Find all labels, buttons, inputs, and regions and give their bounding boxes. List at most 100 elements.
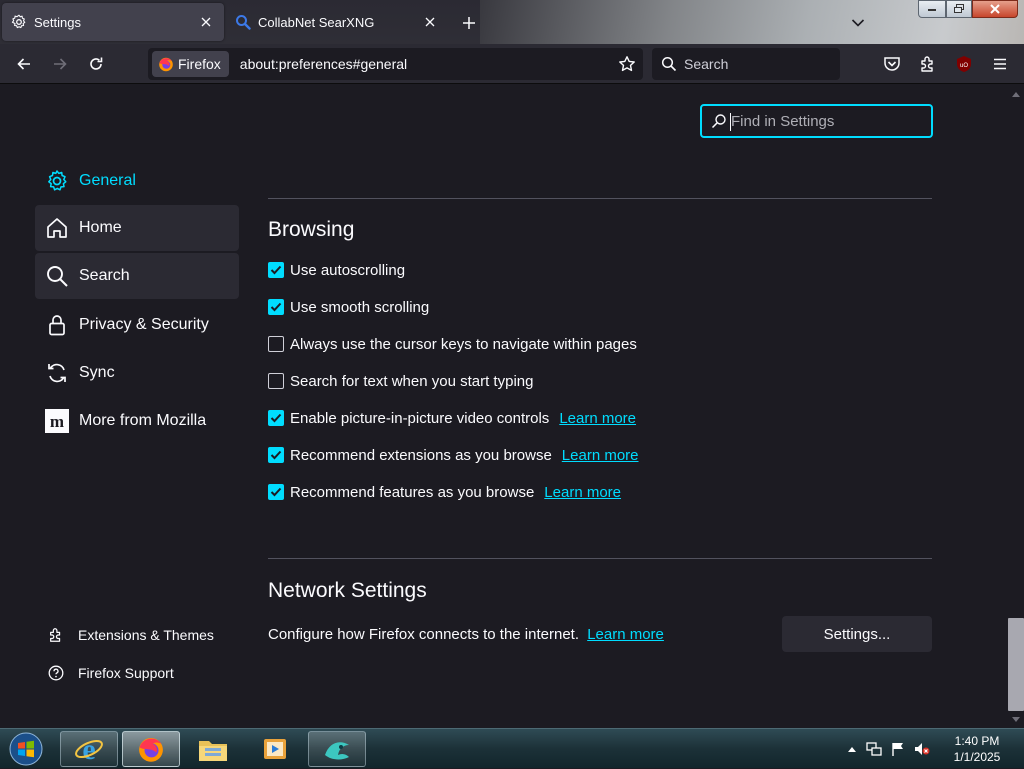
find-in-settings-field[interactable] — [700, 104, 933, 138]
ublock-origin-button[interactable]: uO — [950, 50, 978, 78]
recommend-features-checkbox[interactable] — [268, 484, 284, 500]
firefox-support-link[interactable]: Firefox Support — [47, 664, 174, 682]
minimize-button[interactable] — [918, 0, 946, 18]
category-sync[interactable]: Sync — [35, 350, 239, 396]
option-label: Recommend features as you browse — [290, 483, 535, 501]
tab-collabnet-searxng[interactable]: CollabNet SearXNG — [226, 3, 448, 41]
checkmark-icon — [270, 302, 282, 312]
learn-more-link[interactable]: Learn more — [559, 410, 636, 427]
firefox-support-label: Firefox Support — [78, 665, 174, 681]
option-autoscrolling[interactable]: Use autoscrolling — [268, 260, 405, 280]
page-scrollbar[interactable] — [1008, 85, 1024, 728]
option-picture-in-picture[interactable]: Enable picture-in-picture video controls… — [268, 408, 636, 428]
hamburger-menu-icon — [994, 58, 1006, 70]
category-search[interactable]: Search — [35, 253, 239, 299]
bookmark-star-button[interactable] — [613, 50, 641, 78]
checkmark-icon — [270, 265, 282, 275]
category-privacy-security[interactable]: Privacy & Security — [35, 302, 239, 348]
app-menu-button[interactable] — [986, 50, 1014, 78]
option-label: Use autoscrolling — [290, 261, 406, 279]
volume-muted-icon[interactable] — [914, 741, 930, 757]
forward-arrow-icon — [54, 58, 67, 70]
firefox-icon — [139, 737, 163, 762]
option-search-when-typing[interactable]: Search for text when you start typing — [268, 371, 533, 391]
url-bar[interactable]: Firefox about:preferences#general — [148, 48, 643, 80]
svg-text:m: m — [50, 412, 64, 431]
tab-label: CollabNet SearXNG — [258, 14, 375, 30]
option-recommend-extensions[interactable]: Recommend extensions as you browse Learn… — [268, 445, 639, 465]
checkmark-icon — [270, 487, 282, 497]
restore-button[interactable] — [946, 0, 972, 18]
find-in-settings-input[interactable] — [731, 112, 921, 130]
app-icon — [325, 742, 349, 760]
option-label: Enable picture-in-picture video controls — [290, 409, 550, 427]
search-when-typing-checkbox[interactable] — [268, 373, 284, 389]
taskbar-app[interactable] — [308, 731, 366, 767]
reload-button[interactable] — [82, 50, 110, 78]
search-icon — [235, 14, 251, 30]
scrollbar-thumb[interactable] — [1008, 618, 1024, 711]
category-label: Sync — [79, 364, 115, 381]
option-smooth-scrolling[interactable]: Use smooth scrolling — [268, 297, 429, 317]
action-center-flag-icon[interactable] — [890, 741, 906, 757]
network-settings-heading: Network Settings — [268, 579, 427, 602]
search-bar[interactable]: Search — [652, 48, 840, 80]
show-hidden-icons-icon[interactable] — [844, 741, 860, 757]
close-icon — [990, 4, 1000, 14]
learn-more-link[interactable]: Learn more — [562, 447, 639, 464]
taskbar-media-player[interactable] — [246, 731, 304, 767]
svg-text:uO: uO — [960, 63, 968, 69]
extensions-themes-link[interactable]: Extensions & Themes — [47, 626, 214, 644]
url-text[interactable]: about:preferences#general — [240, 56, 613, 72]
tab-settings[interactable]: Settings — [2, 3, 224, 41]
settings-page: General Home Search Privacy & Security S… — [0, 85, 1008, 728]
autoscrolling-checkbox[interactable] — [268, 262, 284, 278]
category-home[interactable]: Home — [35, 205, 239, 251]
pocket-button[interactable] — [878, 50, 906, 78]
navigation-toolbar: Firefox about:preferences#general Search… — [0, 44, 1024, 84]
category-label: Privacy & Security — [79, 316, 209, 333]
category-label: Search — [79, 267, 130, 284]
start-button[interactable] — [4, 731, 48, 767]
network-settings-button[interactable]: Settings... — [782, 616, 932, 652]
category-label: More from Mozilla — [79, 412, 207, 429]
search-icon — [45, 264, 69, 288]
learn-more-link[interactable]: Learn more — [544, 484, 621, 501]
taskbar-file-explorer[interactable] — [184, 731, 242, 767]
sync-icon — [45, 361, 69, 385]
close-tab-icon[interactable] — [420, 12, 440, 32]
network-description: Configure how Firefox connects to the in… — [268, 626, 664, 643]
taskbar-firefox[interactable] — [122, 731, 180, 767]
list-all-tabs-button[interactable] — [847, 12, 869, 34]
plus-icon — [463, 17, 475, 29]
recommend-extensions-checkbox[interactable] — [268, 447, 284, 463]
smooth-scrolling-checkbox[interactable] — [268, 299, 284, 315]
extensions-button[interactable] — [914, 50, 942, 78]
option-cursor-keys[interactable]: Always use the cursor keys to navigate w… — [268, 334, 637, 354]
cursor-keys-checkbox[interactable] — [268, 336, 284, 352]
category-general[interactable]: General — [35, 158, 239, 204]
network-description-text: Configure how Firefox connects to the in… — [268, 626, 580, 643]
identity-box[interactable]: Firefox — [152, 51, 229, 77]
close-tab-icon[interactable] — [196, 12, 216, 32]
identity-label: Firefox — [178, 56, 221, 72]
option-recommend-features[interactable]: Recommend features as you browse Learn m… — [268, 482, 621, 502]
forward-button[interactable] — [46, 50, 74, 78]
system-tray: 1:40 PM 1/1/2025 — [840, 729, 1024, 769]
scroll-up-arrow-icon[interactable] — [1008, 87, 1024, 101]
scroll-down-arrow-icon[interactable] — [1008, 712, 1024, 726]
tab-strip: Settings CollabNet SearXNG — [0, 0, 1024, 44]
new-tab-button[interactable] — [458, 12, 480, 34]
taskbar-internet-explorer[interactable]: e — [60, 731, 118, 767]
back-button[interactable] — [10, 50, 38, 78]
close-window-button[interactable] — [972, 0, 1018, 18]
restore-icon — [954, 4, 964, 13]
network-icon[interactable] — [866, 741, 882, 757]
media-player-icon — [264, 739, 286, 759]
minimize-icon — [928, 9, 936, 11]
option-label: Use smooth scrolling — [290, 298, 430, 316]
system-clock[interactable]: 1:40 PM 1/1/2025 — [940, 733, 1014, 765]
learn-more-link[interactable]: Learn more — [587, 626, 664, 643]
category-more-from-mozilla[interactable]: m More from Mozilla — [35, 398, 239, 444]
picture-in-picture-checkbox[interactable] — [268, 410, 284, 426]
